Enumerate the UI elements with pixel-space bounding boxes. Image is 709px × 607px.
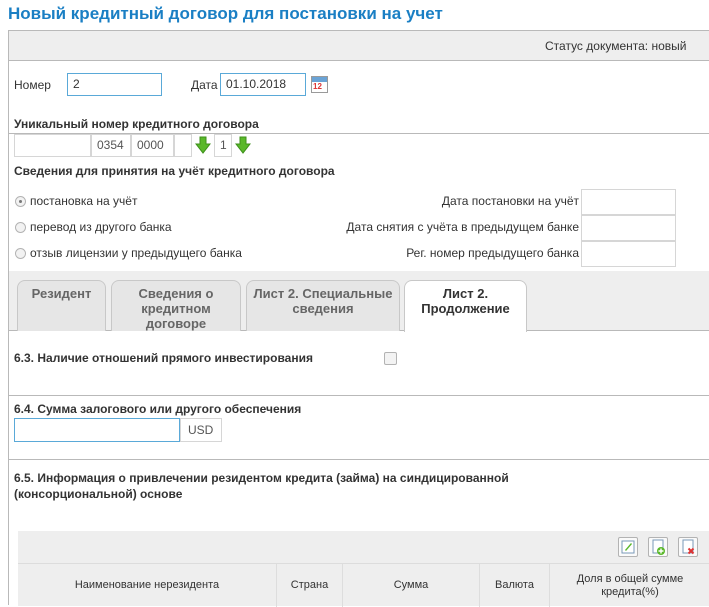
tab-sheet2-special[interactable]: Лист 2. Специальные сведения	[246, 280, 400, 331]
page-title: Новый кредитный договор для постановки н…	[8, 4, 443, 23]
column-header[interactable]: Доля в общей сумме кредита(%)	[550, 564, 709, 607]
arrow-down-icon[interactable]	[195, 136, 211, 154]
edit-icon[interactable]	[618, 537, 638, 557]
radio-registration[interactable]	[15, 196, 26, 207]
number-label: Номер	[14, 78, 51, 92]
delete-icon[interactable]	[678, 537, 698, 557]
previous-bank-reg-input[interactable]	[581, 241, 676, 267]
acceptance-heading: Сведения для принятия на учёт кредитного…	[14, 164, 335, 178]
column-header[interactable]: Страна	[277, 564, 343, 607]
radio-license-revoked-label: отзыв лицензии у предыдущего банка	[30, 246, 242, 260]
number-input[interactable]: 2	[67, 73, 162, 96]
section-6-4-label: 6.4. Сумма залогового или другого обеспе…	[14, 402, 302, 416]
unique-number-part-2[interactable]: 0354	[91, 134, 131, 157]
tab-sheet2-continuation[interactable]: Лист 2. Продолжение	[404, 280, 527, 332]
column-header[interactable]: Наименование нерезидента	[18, 564, 277, 607]
radio-license-revoked[interactable]	[15, 248, 26, 259]
date-input[interactable]: 01.10.2018	[220, 73, 306, 96]
document-form: Статус документа: новый Номер 2 Дата 01.…	[8, 30, 709, 607]
section-6-5-label-line2: (консорциональной) основе	[14, 487, 183, 501]
table-toolbar	[18, 531, 709, 563]
status-bar: Статус документа: новый	[9, 31, 709, 61]
table-header: Наименование нерезидента Страна Сумма Ва…	[18, 563, 709, 607]
unique-number-part-4[interactable]	[174, 134, 192, 157]
tab-resident[interactable]: Резидент	[17, 280, 106, 331]
tab-credit-contract-info[interactable]: Сведения о кредитном договоре	[111, 280, 241, 331]
unique-number-part-1[interactable]	[14, 134, 91, 157]
direct-investment-checkbox[interactable]	[384, 352, 397, 365]
status-label: Статус документа: новый	[545, 39, 687, 53]
date-label: Дата	[191, 78, 218, 92]
deregistration-date-input[interactable]	[581, 215, 676, 241]
divider	[9, 395, 709, 396]
radio-transfer-label: перевод из другого банка	[30, 220, 172, 234]
tab-bar: Резидент Сведения о кредитном договоре Л…	[9, 271, 709, 332]
unique-number-heading: Уникальный номер кредитного договора	[14, 117, 259, 131]
arrow-down-icon[interactable]	[235, 136, 251, 154]
collateral-amount-input[interactable]	[14, 418, 180, 442]
unique-number-part-3[interactable]: 0000	[131, 134, 174, 157]
divider	[9, 459, 709, 460]
section-6-5-label-line1: 6.5. Информация о привлечении резидентом…	[14, 471, 509, 485]
radio-registration-label: постановка на учёт	[30, 194, 138, 208]
calendar-icon[interactable]: 12	[311, 76, 328, 93]
registration-date-label: Дата постановки на учёт	[441, 194, 579, 208]
deregistration-date-label: Дата снятия с учёта в предыдущем банке	[346, 220, 579, 234]
column-header[interactable]: Сумма	[343, 564, 480, 607]
radio-transfer[interactable]	[15, 222, 26, 233]
previous-bank-reg-label: Рег. номер предыдущего банка	[406, 246, 579, 260]
unique-number-part-5[interactable]: 1	[214, 134, 232, 157]
registration-date-input[interactable]	[581, 189, 676, 215]
section-6-3-label: 6.3. Наличие отношений прямого инвестиро…	[14, 351, 313, 365]
column-header[interactable]: Валюта	[480, 564, 550, 607]
currency-unit: USD	[180, 418, 222, 442]
add-icon[interactable]	[648, 537, 668, 557]
